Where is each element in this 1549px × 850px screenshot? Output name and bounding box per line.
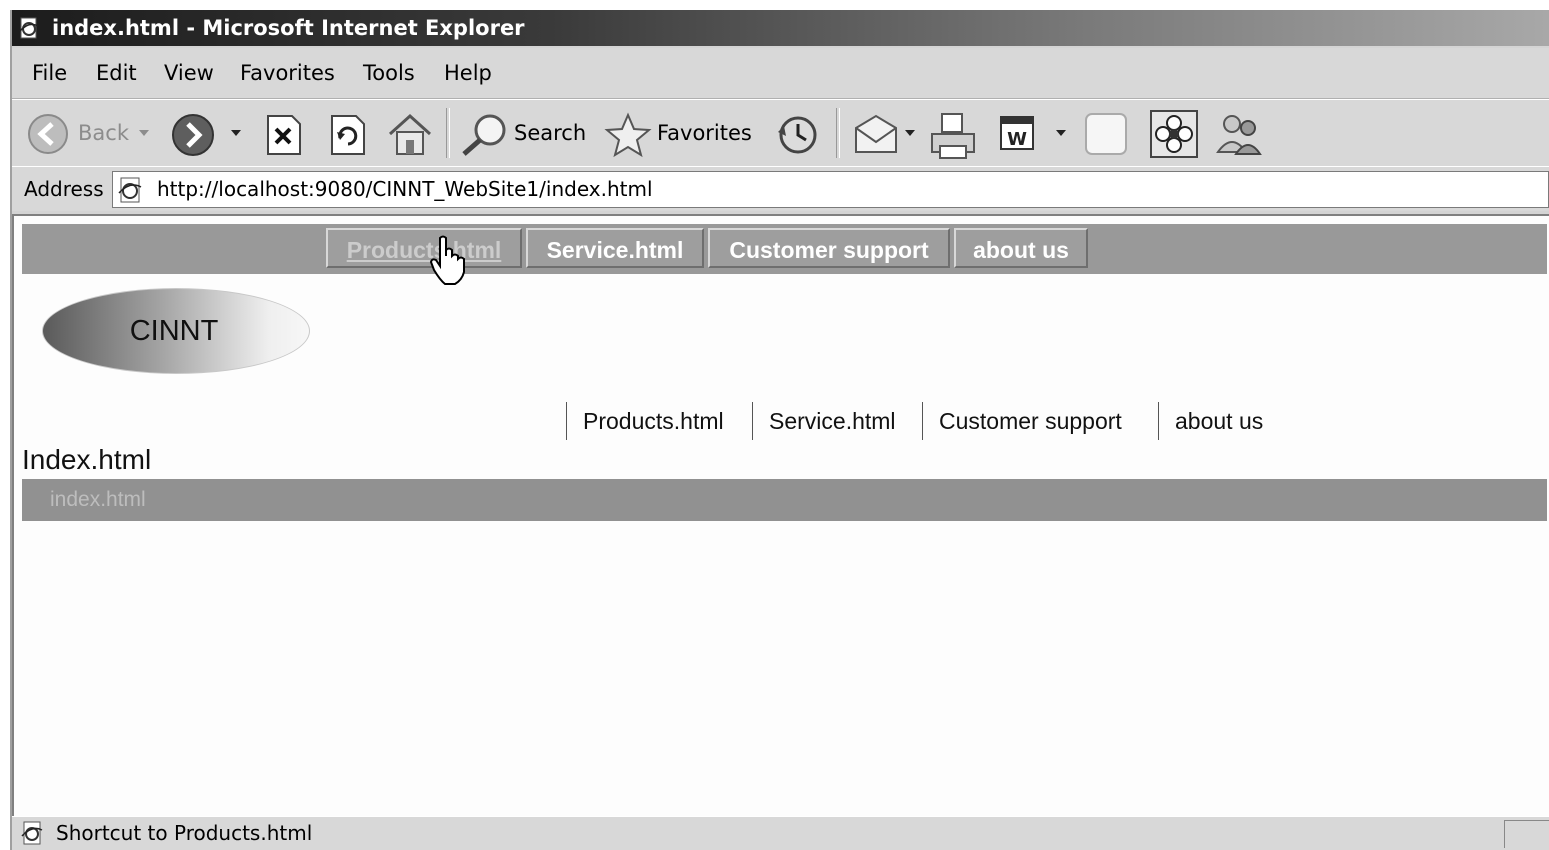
standard-toolbar: Back Search Favorites W xyxy=(12,99,1549,167)
address-bar: Address http://localhost:9080/CINNT_WebS… xyxy=(12,166,1549,211)
ie-page-icon xyxy=(19,17,39,39)
subnav-about-us-link[interactable]: about us xyxy=(1158,402,1263,440)
messenger-flower-icon[interactable] xyxy=(1150,110,1198,158)
address-input[interactable]: http://localhost:9080/CINNT_WebSite1/ind… xyxy=(112,171,1549,208)
favorites-label[interactable]: Favorites xyxy=(657,100,752,166)
history-icon[interactable] xyxy=(772,112,822,158)
logo-text: CINNT xyxy=(129,315,219,347)
title-bar: index.html - Microsoft Internet Explorer xyxy=(12,10,1549,46)
ie-page-icon xyxy=(118,177,142,203)
search-icon[interactable] xyxy=(458,112,510,158)
menu-view[interactable]: View xyxy=(164,48,214,98)
back-arrow-icon[interactable] xyxy=(26,112,70,156)
edit-word-icon[interactable]: W xyxy=(998,114,1036,152)
refresh-icon[interactable] xyxy=(328,114,368,156)
address-label: Address xyxy=(24,177,104,201)
subnav-products-link[interactable]: Products.html xyxy=(566,402,724,440)
topnav-customer-support-link[interactable]: Customer support xyxy=(708,228,950,268)
toolbar-separator xyxy=(446,108,450,158)
breadcrumb-current: index.html xyxy=(50,488,146,511)
search-label[interactable]: Search xyxy=(514,100,586,166)
status-panel xyxy=(1504,820,1549,848)
status-text: Shortcut to Products.html xyxy=(56,821,313,845)
discuss-icon[interactable] xyxy=(1084,112,1130,158)
subnav-service-link[interactable]: Service.html xyxy=(752,402,896,440)
breadcrumb: index.html xyxy=(22,479,1547,521)
forward-arrow-icon[interactable] xyxy=(170,112,216,158)
subnav-customer-support-link[interactable]: Customer support xyxy=(922,402,1122,440)
back-label[interactable]: Back xyxy=(78,100,129,166)
browser-window: index.html - Microsoft Internet Explorer… xyxy=(10,10,1549,850)
menu-help[interactable]: Help xyxy=(444,48,492,98)
menu-edit[interactable]: Edit xyxy=(96,48,137,98)
mail-icon[interactable] xyxy=(850,114,902,156)
back-dropdown-icon[interactable] xyxy=(138,128,150,138)
svg-text:W: W xyxy=(1007,129,1027,150)
address-url[interactable]: http://localhost:9080/CINNT_WebSite1/ind… xyxy=(157,172,653,207)
favorites-star-icon[interactable] xyxy=(604,112,652,158)
status-bar: Shortcut to Products.html xyxy=(12,816,1549,850)
top-navigation: Products.html Service.html Customer supp… xyxy=(22,224,1547,274)
edit-dropdown-icon[interactable] xyxy=(1055,128,1067,138)
page-title: Index.html xyxy=(22,444,152,475)
page-viewport: Products.html Service.html Customer supp… xyxy=(12,214,1549,816)
print-icon[interactable] xyxy=(928,112,978,160)
topnav-about-us-link[interactable]: about us xyxy=(954,228,1088,268)
window-title: index.html - Microsoft Internet Explorer xyxy=(52,16,525,40)
sub-navigation: Products.html Service.html Customer supp… xyxy=(566,402,1286,442)
topnav-products-link[interactable]: Products.html xyxy=(326,228,522,268)
menu-tools[interactable]: Tools xyxy=(363,48,415,98)
contacts-people-icon[interactable] xyxy=(1214,112,1264,158)
menu-favorites[interactable]: Favorites xyxy=(240,48,335,98)
menu-bar: File Edit View Favorites Tools Help xyxy=(12,48,1549,99)
toolbar-separator xyxy=(836,108,840,158)
cinnt-logo: CINNT xyxy=(42,288,310,374)
mail-dropdown-icon[interactable] xyxy=(904,128,916,138)
menu-file[interactable]: File xyxy=(32,48,67,98)
home-icon[interactable] xyxy=(386,112,434,158)
ie-page-icon xyxy=(21,821,43,845)
forward-dropdown-icon[interactable] xyxy=(230,128,242,138)
topnav-service-link[interactable]: Service.html xyxy=(526,228,704,268)
hand-pointer-cursor-icon xyxy=(429,235,465,285)
stop-icon[interactable] xyxy=(264,114,304,156)
